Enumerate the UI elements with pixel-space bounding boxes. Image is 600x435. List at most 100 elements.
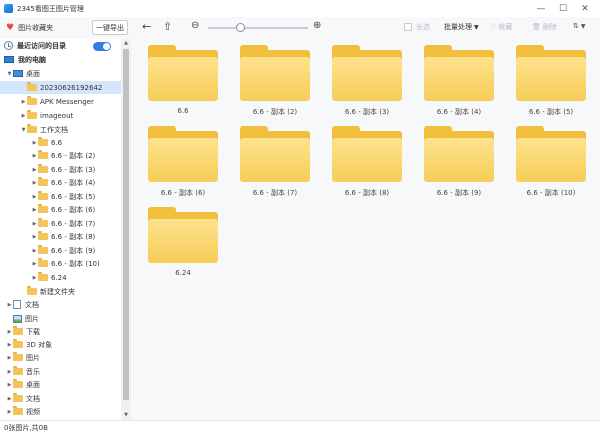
folder-icon xyxy=(27,82,37,91)
sidebar-item-desktop-folder[interactable]: ▶ 桌面 xyxy=(6,378,40,391)
sidebar-scrollbar[interactable]: ▲ ▼ xyxy=(121,39,131,420)
expand-arrow-icon[interactable]: ▶ xyxy=(20,99,27,105)
folder-tile[interactable]: 6.6 - 副本 (5) xyxy=(516,45,586,121)
app-logo-icon xyxy=(4,4,13,13)
expand-arrow-icon[interactable]: ▶ xyxy=(31,153,38,159)
up-directory-icon[interactable]: ⇧ xyxy=(163,20,172,33)
sort-button[interactable]: ⇅ ▼ xyxy=(573,22,586,30)
folder-tile[interactable]: 6.6 - 副本 (4) xyxy=(424,45,494,121)
favorites-button[interactable]: ♥ 图片收藏夹 xyxy=(6,23,53,33)
sidebar-item-folder[interactable]: ▶ 6.6 - 副本 (7) xyxy=(31,217,95,230)
sidebar-item-folder[interactable]: ▶ 6.6 - 副本 (2) xyxy=(31,149,95,162)
expand-arrow-icon[interactable]: ▼ xyxy=(6,71,13,77)
zoom-out-icon[interactable]: ⊖ xyxy=(191,20,199,31)
favorite-button[interactable]: ♡ 收藏 xyxy=(490,22,512,32)
select-all-checkbox[interactable] xyxy=(404,23,412,31)
batch-process-button[interactable]: 批量处理 ▼ xyxy=(444,22,479,32)
export-button[interactable]: 一键导出 xyxy=(92,20,128,35)
expand-arrow-icon[interactable]: ▶ xyxy=(31,194,38,200)
recent-dirs-row[interactable]: 最近访问的目录 xyxy=(4,39,66,52)
heart-icon: ♥ xyxy=(6,23,15,33)
folder-tile[interactable]: 6.6 - 副本 (7) xyxy=(240,126,310,202)
sidebar-item-label: 文档 xyxy=(26,394,40,403)
sidebar-item-label: 6.6 - 副本 (9) xyxy=(51,246,96,255)
expand-arrow-icon[interactable]: ▶ xyxy=(6,369,13,375)
folder-tile[interactable]: 6.6 - 副本 (10) xyxy=(516,126,586,202)
folder-tile[interactable]: 6.6 - 副本 (3) xyxy=(332,45,402,121)
maximize-icon[interactable]: ☐ xyxy=(552,2,574,15)
sidebar-item-new-folder[interactable]: 新建文件夹 xyxy=(20,285,75,298)
sidebar-item-videos[interactable]: ▶ 视频 xyxy=(6,405,40,418)
folder-tile[interactable]: 6.6 xyxy=(148,45,218,121)
scroll-down-icon[interactable]: ▼ xyxy=(121,411,131,420)
zoom-slider-track[interactable] xyxy=(208,27,308,29)
scrollbar-thumb[interactable] xyxy=(123,49,129,400)
sidebar-item-3d-objects[interactable]: ▶ 3D 对象 xyxy=(6,338,52,351)
sidebar-item-pictures[interactable]: 图片 xyxy=(6,312,39,325)
folder-tile[interactable]: 6.6 - 副本 (2) xyxy=(240,45,310,121)
expand-arrow-icon[interactable]: ▶ xyxy=(20,113,27,119)
sidebar-item-folder[interactable]: ▶ 6.6 - 副本 (6) xyxy=(31,203,95,216)
sidebar-item-folder[interactable]: ▶ 6.6 - 副本 (8) xyxy=(31,230,95,243)
folder-icon xyxy=(516,45,586,101)
folder-tile[interactable]: 6.6 - 副本 (9) xyxy=(424,126,494,202)
sidebar-item-folder[interactable]: ▶ 6.6 - 副本 (4) xyxy=(31,176,95,189)
folder-icon xyxy=(424,45,494,101)
folder-tile[interactable]: 6.6 - 副本 (6) xyxy=(148,126,218,202)
folder-tile[interactable]: 6.6 - 副本 (8) xyxy=(332,126,402,202)
expand-arrow-icon[interactable]: ▶ xyxy=(31,140,38,146)
sidebar-item-folder[interactable]: ▶ 6.6 - 副本 (9) xyxy=(31,244,95,257)
expand-arrow-icon[interactable]: ▶ xyxy=(31,167,38,173)
delete-button[interactable]: 🗑 删除 xyxy=(532,22,557,32)
expand-arrow-icon[interactable]: ▶ xyxy=(31,180,38,186)
sidebar-item-music[interactable]: ▶ 音乐 xyxy=(6,365,40,378)
sidebar-item-imageout[interactable]: ▶ imageout xyxy=(20,109,73,122)
my-pc-row[interactable]: 我的电脑 xyxy=(4,53,46,66)
sidebar-item-pictures-folder[interactable]: ▶ 图片 xyxy=(6,351,40,364)
sidebar-item-desktop[interactable]: ▼ 桌面 xyxy=(6,67,40,80)
sidebar-item-folder[interactable]: ▶ 6.6 xyxy=(31,136,62,149)
sidebar-item-folder[interactable]: ▶ 6.6 - 副本 (3) xyxy=(31,163,95,176)
expand-arrow-icon[interactable]: ▶ xyxy=(31,261,38,267)
sidebar-item-folder[interactable]: ▶ 6.6 - 副本 (5) xyxy=(31,190,95,203)
back-arrow-icon[interactable]: ← xyxy=(142,20,151,33)
recent-dirs-toggle[interactable] xyxy=(93,42,111,51)
zoom-slider-thumb[interactable] xyxy=(236,23,245,32)
sidebar-item-work-docs[interactable]: ▼ 工作文档 xyxy=(20,123,68,136)
sidebar-item-label: 6.6 - 副本 (8) xyxy=(51,232,96,241)
zoom-in-icon[interactable]: ⊕ xyxy=(313,20,321,31)
scroll-up-icon[interactable]: ▲ xyxy=(121,39,131,48)
folder-icon xyxy=(38,191,48,200)
sidebar-item-20230626192642[interactable]: 20230626192642 xyxy=(0,81,121,94)
expand-arrow-icon[interactable]: ▶ xyxy=(6,302,13,308)
sidebar-item-label: 6.6 - 副本 (10) xyxy=(51,259,100,268)
expand-arrow-icon[interactable]: ▶ xyxy=(31,275,38,281)
select-all-label: 全选 xyxy=(416,23,430,31)
sidebar-item-documents[interactable]: ▶ 文档 xyxy=(6,298,39,311)
expand-arrow-icon[interactable]: ▶ xyxy=(6,329,13,335)
sidebar-item-downloads[interactable]: ▶ 下载 xyxy=(6,325,40,338)
expand-arrow-icon[interactable]: ▶ xyxy=(31,221,38,227)
expand-arrow-icon[interactable]: ▶ xyxy=(6,382,13,388)
sidebar-item-folder[interactable]: ▶ 6.24 xyxy=(31,271,67,284)
folder-grid: 6.6 6.6 - 副本 (2) 6.6 - 副本 (3) 6.6 - 副本 (… xyxy=(132,39,600,420)
sidebar-item-apk-messenger[interactable]: ▶ APK Messenger xyxy=(20,95,94,108)
folder-name: 6.6 - 副本 (4) xyxy=(436,108,482,116)
expand-arrow-icon[interactable]: ▶ xyxy=(6,342,13,348)
expand-arrow-icon[interactable]: ▶ xyxy=(6,409,13,415)
folder-tile[interactable]: 6.24 xyxy=(148,207,218,283)
expand-arrow-icon[interactable]: ▶ xyxy=(31,207,38,213)
desktop-icon xyxy=(13,70,23,77)
select-all-button[interactable]: 全选 xyxy=(404,22,430,32)
minimize-icon[interactable]: — xyxy=(530,2,552,15)
sidebar-item-folder[interactable]: ▶ 6.6 - 副本 (10) xyxy=(31,257,100,270)
expand-arrow-icon[interactable]: ▶ xyxy=(6,355,13,361)
window-controls: — ☐ ✕ xyxy=(530,2,596,15)
expand-arrow-icon[interactable]: ▶ xyxy=(31,234,38,240)
close-icon[interactable]: ✕ xyxy=(574,2,596,15)
expand-arrow-icon[interactable]: ▼ xyxy=(20,127,27,133)
expand-arrow-icon[interactable]: ▶ xyxy=(31,248,38,254)
sort-chevron-icon: ▼ xyxy=(580,22,586,30)
sidebar-item-documents-folder[interactable]: ▶ 文档 xyxy=(6,392,40,405)
expand-arrow-icon[interactable]: ▶ xyxy=(6,396,13,402)
